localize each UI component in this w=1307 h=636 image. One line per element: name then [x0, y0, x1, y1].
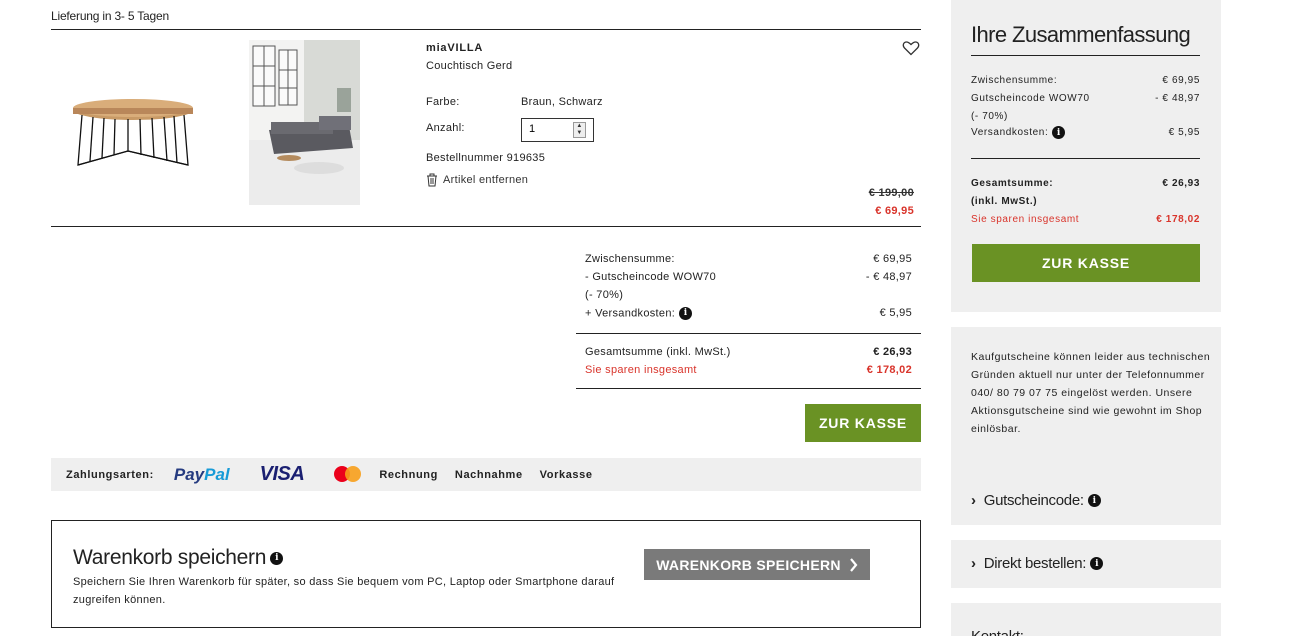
quantity-spinner[interactable]: ▲ ▼ [573, 122, 586, 138]
quantity-input[interactable] [529, 123, 569, 135]
product-room-image[interactable] [249, 40, 360, 205]
divider [576, 333, 921, 334]
payment-methods-bar: Zahlungsarten: PayPal VISA Rechnung Nach… [51, 458, 921, 491]
savings-value: € 178,02 [866, 364, 912, 376]
paypal-logo: PayPal [173, 464, 230, 484]
subtotal-label: Zwischensumme: [585, 253, 675, 265]
info-icon[interactable]: i [1087, 494, 1101, 507]
side-total-sub: (inkl. MwSt.) [971, 196, 1038, 207]
shipping-value: € 5,95 [879, 307, 912, 319]
contact-toggle[interactable]: Kontakt: [971, 628, 1024, 636]
side-checkout-button[interactable]: ZUR KASSE [972, 244, 1200, 282]
chevron-right-icon [849, 557, 858, 572]
decrement-icon[interactable]: ▼ [574, 130, 585, 137]
product-image[interactable] [68, 95, 198, 175]
side-voucher-value: - € 48,97 [1155, 93, 1200, 104]
divider [576, 388, 921, 389]
summary-title: Ihre Zusammenfassung [971, 22, 1191, 47]
heart-icon[interactable] [902, 39, 920, 57]
remove-item-link[interactable]: Artikel entfernen [426, 173, 528, 187]
old-price: € 199,00 [868, 187, 914, 199]
contact-panel: Kontakt: [951, 603, 1221, 636]
divider [51, 29, 921, 30]
info-icon[interactable]: i [1090, 557, 1104, 570]
payment-method-invoice: Rechnung [379, 468, 438, 481]
save-cart-panel: Warenkorb speichern i Speichern Sie Ihren… [51, 520, 921, 628]
voucher-notice: Kaufgutscheine können leider aus technis… [971, 351, 1211, 435]
order-number: Bestellnummer 919635 [426, 152, 546, 164]
product-brand[interactable]: miaVILLA [426, 42, 483, 54]
trash-icon[interactable] [426, 173, 438, 187]
save-cart-description: Speichern Sie Ihren Warenkorb für später… [73, 576, 615, 606]
side-shipping-value: € 5,95 [1168, 127, 1200, 138]
increment-icon[interactable]: ▲ [574, 123, 585, 130]
divider [971, 158, 1200, 159]
subtotal-value: € 69,95 [873, 253, 912, 265]
divider [971, 55, 1200, 56]
side-savings-label: Sie sparen insgesamt [971, 214, 1080, 225]
info-icon[interactable]: i [679, 306, 693, 320]
side-subtotal-value: € 69,95 [1162, 75, 1200, 86]
save-cart-button[interactable]: WARENKORB SPEICHERN [644, 549, 870, 580]
product-name[interactable]: Couchtisch Gerd [426, 60, 512, 72]
quantity-stepper[interactable]: ▲ ▼ [521, 118, 594, 142]
voucher-value: - € 48,97 [865, 271, 912, 283]
chevron-right-icon: › [971, 555, 976, 572]
info-icon[interactable]: i [270, 551, 284, 565]
order-summary-panel: Ihre Zusammenfassung Zwischensumme: € 69,… [951, 0, 1221, 312]
side-subtotal-label: Zwischensumme: [971, 75, 1058, 86]
divider [51, 226, 921, 227]
side-total-value: € 26,93 [1162, 178, 1200, 189]
total-value: € 26,93 [873, 346, 912, 358]
side-voucher-label: Gutscheincode WOW70 [971, 93, 1090, 104]
payment-method-prepay: Vorkasse [539, 468, 593, 481]
remove-item-label[interactable]: Artikel entfernen [443, 174, 528, 186]
total-label: Gesamtsumme (inkl. MwSt.) [585, 346, 731, 358]
mastercard-icon [334, 465, 362, 485]
notice-panel: Kaufgutscheine können leider aus technis… [951, 327, 1221, 525]
voucher-label: - Gutscheincode WOW70 [585, 271, 717, 283]
info-icon[interactable]: i [1052, 126, 1066, 139]
side-total-label: Gesamtsumme: [971, 178, 1054, 189]
voucher-code-toggle[interactable]: › Gutscheincode: i [971, 492, 1101, 509]
delivery-time: Lieferung in 3- 5 Tagen [51, 9, 169, 23]
voucher-percent: (- 70%) [585, 289, 624, 301]
sale-price: € 69,95 [875, 205, 914, 217]
save-cart-title: Warenkorb speichern i [73, 546, 284, 570]
checkout-button[interactable]: ZUR KASSE [805, 404, 921, 442]
direct-order-toggle[interactable]: › Direkt bestellen: i [971, 555, 1104, 572]
side-savings-value: € 178,02 [1156, 214, 1200, 225]
visa-logo: VISA [259, 463, 305, 485]
direct-order-panel: › Direkt bestellen: i [951, 540, 1221, 588]
cart-total: Gesamtsumme (inkl. MwSt.) € 26,93 Sie spa… [585, 343, 912, 379]
shipping-label: + Versandkosten: [585, 306, 676, 319]
color-value: Braun, Schwarz [521, 96, 603, 108]
payment-label: Zahlungsarten: [66, 468, 154, 481]
color-label: Farbe: [426, 96, 460, 108]
chevron-right-icon: › [971, 492, 976, 509]
quantity-label: Anzahl: [426, 122, 465, 134]
savings-label: Sie sparen insgesamt [585, 364, 697, 376]
payment-method-cod: Nachnahme [454, 468, 523, 481]
side-shipping-label: Versandkosten: [971, 127, 1049, 139]
cart-summary: Zwischensumme: € 69,95 - Gutscheincode WO… [585, 250, 912, 322]
side-voucher-percent: (- 70%) [971, 111, 1008, 122]
